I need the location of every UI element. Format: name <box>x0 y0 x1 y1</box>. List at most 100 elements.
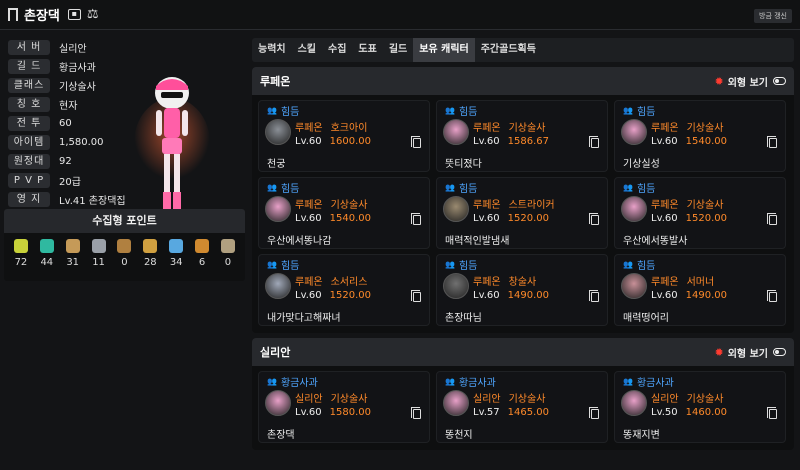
tab-item[interactable]: 길드 <box>383 38 413 62</box>
tab-item[interactable]: 스킬 <box>292 38 322 62</box>
copy-icon[interactable] <box>411 290 421 302</box>
guild-row: 👥 힘듬 <box>267 258 429 272</box>
character-class: 창술사 <box>508 277 537 288</box>
collection-point[interactable]: 0 <box>217 239 239 268</box>
item-level: 1460.00 <box>685 407 727 418</box>
collection-point[interactable]: 72 <box>10 239 32 268</box>
copy-icon[interactable] <box>767 136 777 148</box>
info-value: 1,580.00 <box>59 136 104 148</box>
info-value: 현자 <box>59 100 78 112</box>
item-level: 1520.00 <box>507 213 549 224</box>
level-row: Lv.50 1460.00 <box>651 407 727 418</box>
guild-name: 힘듬 <box>636 183 656 195</box>
info-value: 황금사과 <box>59 62 96 74</box>
collection-point[interactable]: 11 <box>88 239 110 268</box>
guild-row: 👥 힘듬 <box>267 181 429 195</box>
id-card-icon[interactable]: ▪ <box>67 9 81 20</box>
character-portrait <box>621 273 647 299</box>
server-name: 실리안 <box>260 346 291 359</box>
sun-icon: ✹ <box>714 74 724 88</box>
appearance-toggle-label: 외형 보기 <box>727 77 768 89</box>
collection-point[interactable]: 0 <box>113 239 135 268</box>
scale-icon[interactable]: ⚖ <box>87 8 99 21</box>
character-class: 스트라이커 <box>508 200 555 211</box>
info-value: 60 <box>59 117 72 129</box>
character-avatar <box>134 77 210 212</box>
toggle-icon[interactable] <box>773 348 786 356</box>
character-portrait <box>265 390 291 416</box>
guild-row: 👥 힘듬 <box>445 258 607 272</box>
character-level: Lv.60 <box>651 213 678 224</box>
collection-point-value: 11 <box>92 257 105 268</box>
island-heart-icon <box>39 239 54 253</box>
tab-item[interactable]: 보유 캐릭터 <box>413 38 475 62</box>
collection-point[interactable]: 31 <box>62 239 84 268</box>
star-icon <box>169 239 184 253</box>
copy-icon[interactable] <box>589 213 599 225</box>
copy-icon[interactable] <box>767 290 777 302</box>
server-class-row: 루페온 기상술사 <box>473 119 545 134</box>
appearance-toggle[interactable]: ✹ 외형 보기 <box>714 345 786 360</box>
level-row: Lv.60 1520.00 <box>473 213 549 224</box>
toggle-icon[interactable] <box>773 77 786 85</box>
collection-points-list: 72 44 31 11 0 28 34 6 0 <box>4 233 245 268</box>
item-level: 1580.00 <box>329 407 371 418</box>
guild-row: 👥 힘듬 <box>445 104 607 118</box>
tab-item[interactable]: 도표 <box>352 38 382 62</box>
level-row: Lv.60 1490.00 <box>651 290 727 301</box>
character-card[interactable]: 👥 힘듬 루페온 기상술사 Lv.60 1540.00 우산에서똥나감 <box>258 177 430 249</box>
character-card[interactable]: 👥 힘듬 루페온 기상술사 Lv.60 1520.00 우산에서똥발사 <box>614 177 786 249</box>
character-name: 뜻티졌다 <box>445 159 482 170</box>
character-card[interactable]: 👥 황금사과 실리안 기상술사 Lv.60 1580.00 촌장댁 <box>258 371 430 443</box>
character-card[interactable]: 👥 힘듬 루페온 호크아이 Lv.60 1600.00 천궁 <box>258 100 430 172</box>
level-row: Lv.60 1540.00 <box>295 213 371 224</box>
info-row: 서 버 실리안 <box>4 38 245 56</box>
character-class: 기상술사 <box>330 200 368 211</box>
refresh-button[interactable]: 방금 갱신 <box>754 9 792 23</box>
collection-point[interactable]: 28 <box>139 239 161 268</box>
character-card[interactable]: 👥 힘듬 루페온 스트라이커 Lv.60 1520.00 매력적인발냄새 <box>436 177 608 249</box>
character-server: 루페온 <box>295 277 323 288</box>
item-level: 1540.00 <box>329 213 371 224</box>
character-portrait <box>265 273 291 299</box>
copy-icon[interactable] <box>589 407 599 419</box>
info-label: 클래스 <box>8 77 50 93</box>
character-name: 기상실성 <box>623 159 660 170</box>
copy-icon[interactable] <box>767 407 777 419</box>
character-class: 호크아이 <box>330 123 368 134</box>
tab-item[interactable]: 능력치 <box>252 38 292 62</box>
character-card[interactable]: 👥 힘듬 루페온 서머너 Lv.60 1490.00 매력떵어리 <box>614 254 786 326</box>
copy-icon[interactable] <box>589 136 599 148</box>
guild-members-icon: 👥 <box>623 182 633 192</box>
copy-icon[interactable] <box>767 213 777 225</box>
tab-item[interactable]: 수집 <box>322 38 352 62</box>
guild-row: 👥 황금사과 <box>445 375 607 389</box>
character-card[interactable]: 👥 힘듬 루페온 창술사 Lv.60 1490.00 촌장따님 <box>436 254 608 326</box>
character-card[interactable]: 👥 힘듬 루페온 소서리스 Lv.60 1520.00 내가맞다고해짜녀 <box>258 254 430 326</box>
character-class: 기상술사 <box>508 123 546 134</box>
copy-icon[interactable] <box>411 213 421 225</box>
collection-point-value: 72 <box>14 257 28 268</box>
collection-point[interactable]: 34 <box>165 239 187 268</box>
bookmark-icon[interactable] <box>8 8 18 21</box>
seed-icon <box>13 239 28 253</box>
info-label: 칭 호 <box>8 96 50 112</box>
collection-point[interactable]: 44 <box>36 239 58 268</box>
server-class-row: 루페온 소서리스 <box>295 273 367 288</box>
level-row: Lv.60 1580.00 <box>295 407 371 418</box>
copy-icon[interactable] <box>589 290 599 302</box>
character-level: Lv.60 <box>295 290 322 301</box>
copy-icon[interactable] <box>411 407 421 419</box>
copy-icon[interactable] <box>411 136 421 148</box>
character-card[interactable]: 👥 힘듬 루페온 기상술사 Lv.60 1540.00 기상실성 <box>614 100 786 172</box>
top-header: 촌장댁 ▪ ⚖ 방금 갱신 <box>0 0 800 30</box>
character-card[interactable]: 👥 황금사과 실리안 기상술사 Lv.57 1465.00 똥천지 <box>436 371 608 443</box>
collection-point[interactable]: 6 <box>191 239 213 268</box>
character-grid: 👥 황금사과 실리안 기상술사 Lv.60 1580.00 촌장댁 👥 황금사과 실리안 기상술사 L… <box>252 366 794 443</box>
character-portrait <box>621 119 647 145</box>
character-card[interactable]: 👥 힘듬 루페온 기상술사 Lv.60 1586.67 뜻티졌다 <box>436 100 608 172</box>
appearance-toggle[interactable]: ✹ 외형 보기 <box>714 74 786 89</box>
tab-item[interactable]: 주간골드획득 <box>475 38 542 62</box>
server-class-row: 실리안 기상술사 <box>295 390 367 405</box>
character-card[interactable]: 👥 황금사과 실리안 기상술사 Lv.50 1460.00 똥재지변 <box>614 371 786 443</box>
